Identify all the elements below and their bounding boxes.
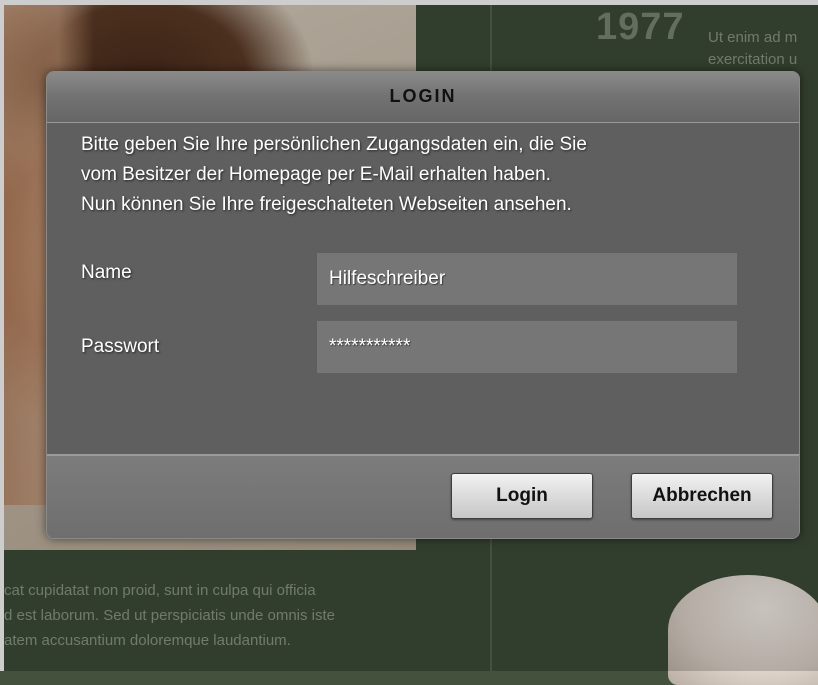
password-field[interactable] bbox=[317, 321, 737, 373]
instructions-line-3: Nun können Sie Ihre freigeschalteten Web… bbox=[81, 194, 572, 215]
password-label: Passwort bbox=[81, 336, 160, 357]
dialog-instructions: Bitte geben Sie Ihre persönlichen Zugang… bbox=[81, 130, 781, 220]
login-dialog: LOGIN Bitte geben Sie Ihre persönlichen … bbox=[46, 71, 800, 539]
dialog-title: LOGIN bbox=[389, 86, 457, 106]
dialog-header: LOGIN bbox=[47, 72, 799, 123]
name-field[interactable] bbox=[317, 253, 737, 305]
instructions-line-1: Bitte geben Sie Ihre persönlichen Zugang… bbox=[81, 134, 587, 155]
cancel-button[interactable]: Abbrechen bbox=[631, 473, 773, 519]
instructions-line-2: vom Besitzer der Homepage per E-Mail erh… bbox=[81, 164, 551, 185]
login-button[interactable]: Login bbox=[451, 473, 593, 519]
name-label: Name bbox=[81, 262, 132, 283]
